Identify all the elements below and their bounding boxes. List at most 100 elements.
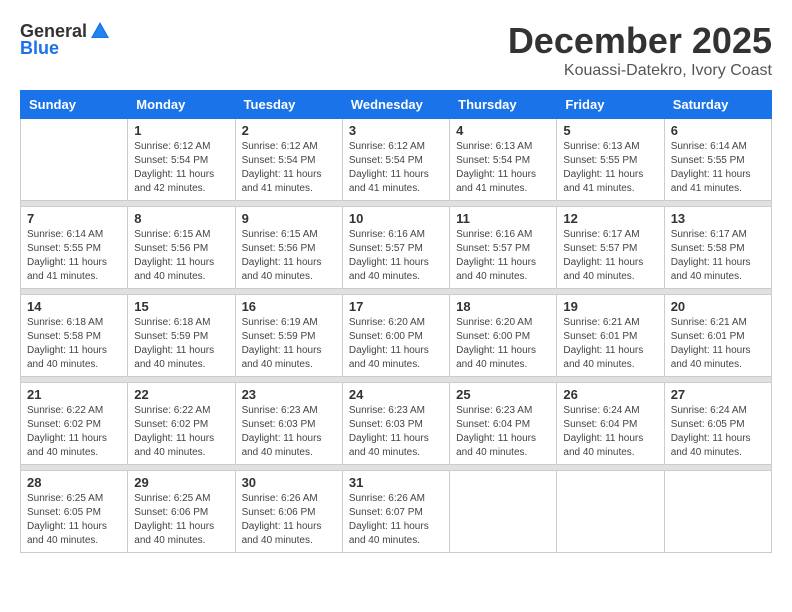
calendar-cell: 12 Sunrise: 6:17 AMSunset: 5:57 PMDayligh…: [557, 207, 664, 289]
day-info: Sunrise: 6:18 AMSunset: 5:59 PMDaylight:…: [134, 316, 228, 372]
calendar-cell: 17 Sunrise: 6:20 AMSunset: 6:00 PMDayligh…: [342, 295, 449, 377]
header: General Blue December 2025 Kouassi-Datek…: [20, 20, 772, 80]
weekday-header-thursday: Thursday: [450, 91, 557, 119]
calendar-cell: 6Sunrise: 6:14 AMSunset: 5:55 PMDaylight…: [664, 119, 771, 201]
day-info: Sunrise: 6:15 AMSunset: 5:56 PMDaylight:…: [242, 228, 336, 284]
week-row-5: 28Sunrise: 6:25 AMSunset: 6:05 PMDayligh…: [21, 471, 772, 553]
calendar-cell: 31Sunrise: 6:26 AMSunset: 6:07 PMDayligh…: [342, 471, 449, 553]
day-info: Sunrise: 6:12 AMSunset: 5:54 PMDaylight:…: [134, 140, 228, 196]
day-number: 14: [27, 299, 121, 314]
day-number: 11: [456, 211, 550, 226]
calendar-cell: 14 Sunrise: 6:18 AMSunset: 5:58 PMDayligh…: [21, 295, 128, 377]
calendar-cell: 25Sunrise: 6:23 AMSunset: 6:04 PMDayligh…: [450, 383, 557, 465]
calendar-cell: 24Sunrise: 6:23 AMSunset: 6:03 PMDayligh…: [342, 383, 449, 465]
day-number: 19: [563, 299, 657, 314]
day-info: Sunrise: 6:12 AMSunset: 5:54 PMDaylight:…: [349, 140, 443, 196]
day-info: Sunrise: 6:17 AMSunset: 5:58 PMDaylight:…: [671, 228, 765, 284]
weekday-header-friday: Friday: [557, 91, 664, 119]
calendar-cell: 20 Sunrise: 6:21 AMSunset: 6:01 PMDayligh…: [664, 295, 771, 377]
day-info: Sunrise: 6:25 AMSunset: 6:06 PMDaylight:…: [134, 492, 228, 548]
week-row-4: 21Sunrise: 6:22 AMSunset: 6:02 PMDayligh…: [21, 383, 772, 465]
calendar-cell: 29Sunrise: 6:25 AMSunset: 6:06 PMDayligh…: [128, 471, 235, 553]
day-number: 9: [242, 211, 336, 226]
calendar-cell: 28Sunrise: 6:25 AMSunset: 6:05 PMDayligh…: [21, 471, 128, 553]
calendar-cell: 22 Sunrise: 6:22 AMSunset: 6:02 PMDayligh…: [128, 383, 235, 465]
calendar-cell: [21, 119, 128, 201]
day-info: Sunrise: 6:21 AMSunset: 6:01 PMDaylight:…: [671, 316, 765, 372]
day-number: 17: [349, 299, 443, 314]
weekday-header-wednesday: Wednesday: [342, 91, 449, 119]
calendar-cell: 13 Sunrise: 6:17 AMSunset: 5:58 PMDayligh…: [664, 207, 771, 289]
day-number: 13: [671, 211, 765, 226]
logo: General Blue: [20, 20, 113, 59]
day-number: 27: [671, 387, 765, 402]
day-number: 12: [563, 211, 657, 226]
calendar-cell: 16Sunrise: 6:19 AMSunset: 5:59 PMDayligh…: [235, 295, 342, 377]
calendar-cell: 23 Sunrise: 6:23 AMSunset: 6:03 PMDayligh…: [235, 383, 342, 465]
day-info: Sunrise: 6:20 AMSunset: 6:00 PMDaylight:…: [349, 316, 443, 372]
week-row-3: 14 Sunrise: 6:18 AMSunset: 5:58 PMDayligh…: [21, 295, 772, 377]
week-row-1: 1 Sunrise: 6:12 AMSunset: 5:54 PMDaylight…: [21, 119, 772, 201]
day-number: 23: [242, 387, 336, 402]
day-number: 10: [349, 211, 443, 226]
title-area: December 2025 Kouassi-Datekro, Ivory Coa…: [508, 20, 772, 80]
calendar-table: SundayMondayTuesdayWednesdayThursdayFrid…: [20, 90, 772, 553]
day-info: Sunrise: 6:23 AMSunset: 6:03 PMDaylight:…: [242, 404, 336, 460]
calendar-cell: 4 Sunrise: 6:13 AMSunset: 5:54 PMDaylight…: [450, 119, 557, 201]
day-info: Sunrise: 6:22 AMSunset: 6:02 PMDaylight:…: [134, 404, 228, 460]
day-info: Sunrise: 6:18 AMSunset: 5:58 PMDaylight:…: [27, 316, 121, 372]
day-number: 4: [456, 123, 550, 138]
calendar-cell: 5 Sunrise: 6:13 AMSunset: 5:55 PMDaylight…: [557, 119, 664, 201]
calendar-cell: 11 Sunrise: 6:16 AMSunset: 5:57 PMDayligh…: [450, 207, 557, 289]
calendar-cell: 19 Sunrise: 6:21 AMSunset: 6:01 PMDayligh…: [557, 295, 664, 377]
day-info: Sunrise: 6:22 AMSunset: 6:02 PMDaylight:…: [27, 404, 121, 460]
day-number: 5: [563, 123, 657, 138]
day-number: 18: [456, 299, 550, 314]
calendar-cell: 9 Sunrise: 6:15 AMSunset: 5:56 PMDaylight…: [235, 207, 342, 289]
calendar-cell: 18 Sunrise: 6:20 AMSunset: 6:00 PMDayligh…: [450, 295, 557, 377]
calendar-cell: [557, 471, 664, 553]
day-number: 24: [349, 387, 443, 402]
day-info: Sunrise: 6:20 AMSunset: 6:00 PMDaylight:…: [456, 316, 550, 372]
day-number: 22: [134, 387, 228, 402]
day-info: Sunrise: 6:16 AMSunset: 5:57 PMDaylight:…: [456, 228, 550, 284]
day-number: 3: [349, 123, 443, 138]
day-info: Sunrise: 6:12 AMSunset: 5:54 PMDaylight:…: [242, 140, 336, 196]
day-info: Sunrise: 6:13 AMSunset: 5:55 PMDaylight:…: [563, 140, 657, 196]
day-number: 30: [242, 475, 336, 490]
day-number: 26: [563, 387, 657, 402]
day-number: 16: [242, 299, 336, 314]
day-info: Sunrise: 6:14 AMSunset: 5:55 PMDaylight:…: [27, 228, 121, 284]
calendar-cell: 15 Sunrise: 6:18 AMSunset: 5:59 PMDayligh…: [128, 295, 235, 377]
day-number: 15: [134, 299, 228, 314]
calendar-cell: 30 Sunrise: 6:26 AMSunset: 6:06 PMDayligh…: [235, 471, 342, 553]
week-row-2: 7 Sunrise: 6:14 AMSunset: 5:55 PMDaylight…: [21, 207, 772, 289]
day-info: Sunrise: 6:16 AMSunset: 5:57 PMDaylight:…: [349, 228, 443, 284]
day-number: 6: [671, 123, 765, 138]
calendar-cell: 2 Sunrise: 6:12 AMSunset: 5:54 PMDaylight…: [235, 119, 342, 201]
weekday-header-row: SundayMondayTuesdayWednesdayThursdayFrid…: [21, 91, 772, 119]
calendar-cell: 26Sunrise: 6:24 AMSunset: 6:04 PMDayligh…: [557, 383, 664, 465]
calendar-cell: [664, 471, 771, 553]
day-info: Sunrise: 6:26 AMSunset: 6:06 PMDaylight:…: [242, 492, 336, 548]
weekday-header-sunday: Sunday: [21, 91, 128, 119]
month-year-title: December 2025: [508, 20, 772, 62]
day-info: Sunrise: 6:15 AMSunset: 5:56 PMDaylight:…: [134, 228, 228, 284]
day-info: Sunrise: 6:13 AMSunset: 5:54 PMDaylight:…: [456, 140, 550, 196]
weekday-header-saturday: Saturday: [664, 91, 771, 119]
day-info: Sunrise: 6:25 AMSunset: 6:05 PMDaylight:…: [27, 492, 121, 548]
day-number: 8: [134, 211, 228, 226]
weekday-header-tuesday: Tuesday: [235, 91, 342, 119]
calendar-cell: 3 Sunrise: 6:12 AMSunset: 5:54 PMDaylight…: [342, 119, 449, 201]
day-info: Sunrise: 6:17 AMSunset: 5:57 PMDaylight:…: [563, 228, 657, 284]
logo-icon: [89, 20, 111, 42]
day-info: Sunrise: 6:21 AMSunset: 6:01 PMDaylight:…: [563, 316, 657, 372]
calendar-cell: 7 Sunrise: 6:14 AMSunset: 5:55 PMDaylight…: [21, 207, 128, 289]
calendar-cell: 8 Sunrise: 6:15 AMSunset: 5:56 PMDaylight…: [128, 207, 235, 289]
calendar-cell: 27Sunrise: 6:24 AMSunset: 6:05 PMDayligh…: [664, 383, 771, 465]
day-number: 2: [242, 123, 336, 138]
day-number: 20: [671, 299, 765, 314]
day-number: 1: [134, 123, 228, 138]
calendar-cell: [450, 471, 557, 553]
day-number: 7: [27, 211, 121, 226]
